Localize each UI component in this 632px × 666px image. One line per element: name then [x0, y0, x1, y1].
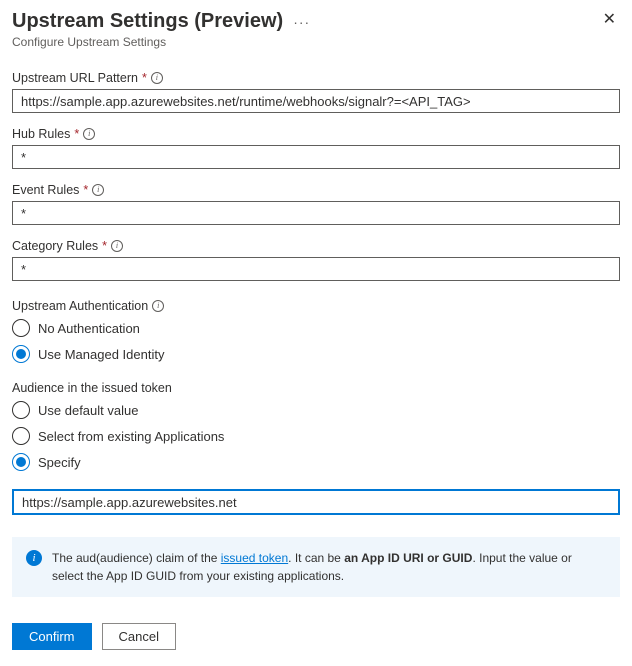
audience-section-label: Audience in the issued token [12, 381, 172, 395]
audience-radio-group: Use default value Select from existing A… [12, 401, 620, 471]
field-specify-audience [12, 489, 620, 515]
hub-rules-label: Hub Rules [12, 127, 70, 141]
specify-audience-input[interactable] [12, 489, 620, 515]
cancel-button[interactable]: Cancel [102, 623, 176, 650]
issued-token-link[interactable]: issued token [221, 551, 288, 565]
required-marker: * [74, 127, 79, 141]
category-rules-input[interactable] [12, 257, 620, 281]
field-category-rules: Category Rules * i [12, 239, 620, 281]
radio-icon [12, 319, 30, 337]
radio-label: Use Managed Identity [38, 347, 164, 362]
auth-section-label: Upstream Authentication [12, 299, 148, 313]
event-rules-input[interactable] [12, 201, 620, 225]
hub-rules-input[interactable] [12, 145, 620, 169]
radio-icon [12, 453, 30, 471]
info-icon[interactable]: i [111, 240, 123, 252]
confirm-button[interactable]: Confirm [12, 623, 92, 650]
page-subtitle: Configure Upstream Settings [12, 35, 620, 49]
radio-icon [12, 401, 30, 419]
field-event-rules: Event Rules * i [12, 183, 620, 225]
radio-managed-identity[interactable]: Use Managed Identity [12, 345, 620, 363]
radio-label: Select from existing Applications [38, 429, 224, 444]
page-title: Upstream Settings (Preview) [12, 10, 283, 33]
radio-icon [12, 427, 30, 445]
radio-existing-apps[interactable]: Select from existing Applications [12, 427, 620, 445]
banner-text: The aud(audience) claim of the issued to… [52, 549, 606, 585]
auth-radio-group: No Authentication Use Managed Identity [12, 319, 620, 363]
field-url-pattern: Upstream URL Pattern * i [12, 71, 620, 113]
radio-label: Specify [38, 455, 81, 470]
field-hub-rules: Hub Rules * i [12, 127, 620, 169]
required-marker: * [142, 71, 147, 85]
url-pattern-label: Upstream URL Pattern [12, 71, 138, 85]
required-marker: * [83, 183, 88, 197]
radio-label: No Authentication [38, 321, 140, 336]
info-icon[interactable]: i [83, 128, 95, 140]
radio-no-auth[interactable]: No Authentication [12, 319, 620, 337]
info-icon: i [26, 550, 42, 566]
url-pattern-input[interactable] [12, 89, 620, 113]
info-icon[interactable]: i [151, 72, 163, 84]
info-icon[interactable]: i [92, 184, 104, 196]
more-icon[interactable]: ··· [293, 14, 310, 30]
radio-label: Use default value [38, 403, 138, 418]
radio-default-value[interactable]: Use default value [12, 401, 620, 419]
category-rules-label: Category Rules [12, 239, 98, 253]
radio-icon [12, 345, 30, 363]
radio-specify[interactable]: Specify [12, 453, 620, 471]
info-banner: i The aud(audience) claim of the issued … [12, 537, 620, 597]
event-rules-label: Event Rules [12, 183, 79, 197]
close-icon[interactable]: ✕ [599, 10, 620, 30]
info-icon[interactable]: i [152, 300, 164, 312]
required-marker: * [102, 239, 107, 253]
